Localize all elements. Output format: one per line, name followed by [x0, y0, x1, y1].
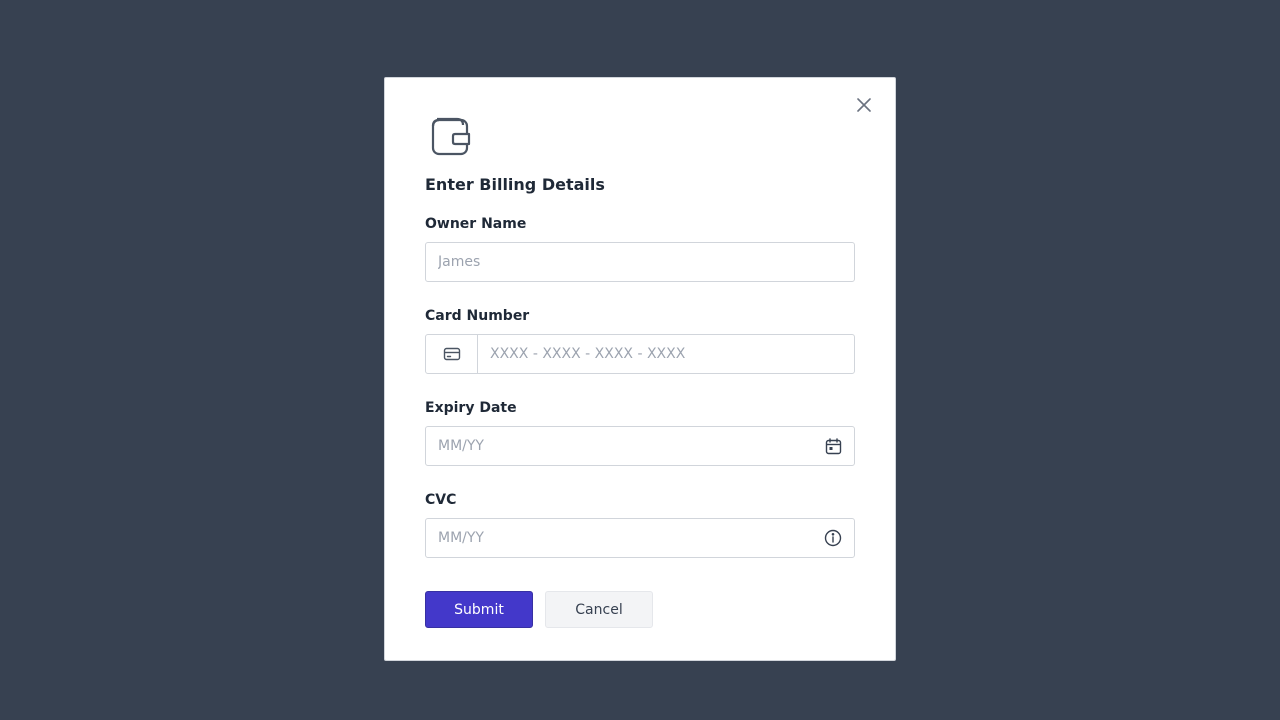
owner-name-label: Owner Name	[425, 216, 527, 232]
expiry-date-suffix[interactable]	[818, 427, 854, 465]
close-icon	[857, 98, 871, 112]
info-icon	[824, 529, 842, 547]
cvc-input[interactable]	[426, 519, 818, 557]
submit-button[interactable]: Submit	[425, 591, 533, 628]
expiry-date-field-wrapper	[425, 426, 855, 466]
cancel-button[interactable]: Cancel	[545, 591, 653, 628]
card-number-input[interactable]	[478, 335, 854, 373]
cvc-suffix[interactable]	[818, 519, 854, 557]
owner-name-input[interactable]	[426, 243, 854, 281]
wallet-icon	[431, 117, 471, 156]
close-button[interactable]	[853, 94, 875, 116]
credit-card-icon	[443, 347, 460, 361]
expiry-date-label: Expiry Date	[425, 400, 517, 416]
card-number-label: Card Number	[425, 308, 530, 324]
cvc-field-wrapper	[425, 518, 855, 558]
calendar-icon	[825, 437, 841, 454]
modal-title: Enter Billing Details	[425, 175, 605, 194]
billing-modal: Enter Billing Details Owner Name Card Nu…	[384, 77, 896, 661]
card-number-field-wrapper	[425, 334, 855, 374]
card-number-prefix	[426, 335, 478, 373]
owner-name-field-wrapper	[425, 242, 855, 282]
expiry-date-input[interactable]	[426, 427, 818, 465]
cvc-label: CVC	[425, 492, 457, 508]
